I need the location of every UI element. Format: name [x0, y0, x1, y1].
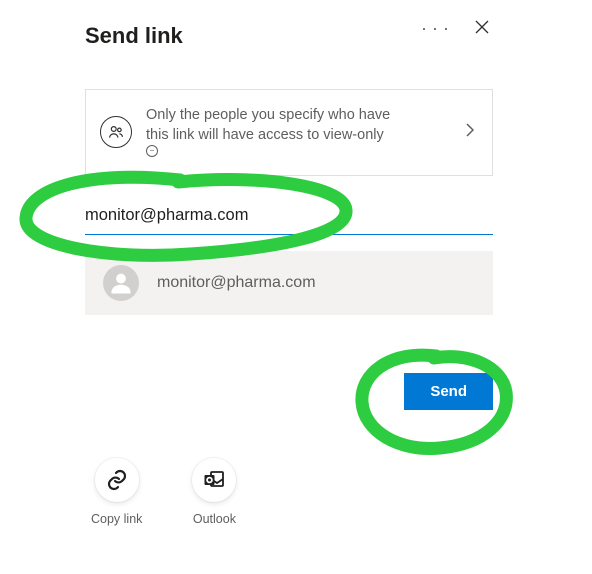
copy-link-icon: [95, 458, 139, 502]
close-button[interactable]: [471, 15, 493, 41]
copy-link-button[interactable]: Copy link: [91, 458, 142, 526]
avatar: [103, 265, 139, 301]
input-underline: [85, 234, 493, 235]
recipient-input[interactable]: [85, 206, 493, 225]
permission-description: Only the people you specify who have thi…: [146, 106, 466, 157]
people-icon: [100, 116, 132, 148]
copy-link-label: Copy link: [91, 512, 142, 526]
suggestion-item[interactable]: monitor@pharma.com: [85, 251, 493, 315]
restricted-icon: −: [146, 145, 158, 157]
permission-text-line1: Only the people you specify who have: [146, 106, 466, 126]
more-options-button[interactable]: · · ·: [417, 15, 453, 41]
share-actions: Copy link Outlook: [85, 458, 493, 526]
outlook-label: Outlook: [193, 512, 236, 526]
outlook-icon: [192, 458, 236, 502]
more-icon: · · ·: [421, 18, 449, 38]
send-link-dialog: · · · Send link Only the people you spec…: [85, 15, 493, 526]
chevron-right-icon: [466, 123, 474, 140]
permission-text-line2: this link will have access to view-only: [146, 126, 384, 146]
dialog-top-controls: · · ·: [417, 15, 493, 41]
permission-settings-button[interactable]: Only the people you specify who have thi…: [85, 89, 493, 176]
send-row: Send: [85, 373, 493, 410]
suggestion-email: monitor@pharma.com: [157, 274, 316, 292]
send-button[interactable]: Send: [404, 373, 493, 410]
recipient-field-wrap: [85, 206, 493, 235]
close-icon: [475, 20, 489, 34]
person-icon: [107, 269, 135, 297]
outlook-button[interactable]: Outlook: [192, 458, 236, 526]
